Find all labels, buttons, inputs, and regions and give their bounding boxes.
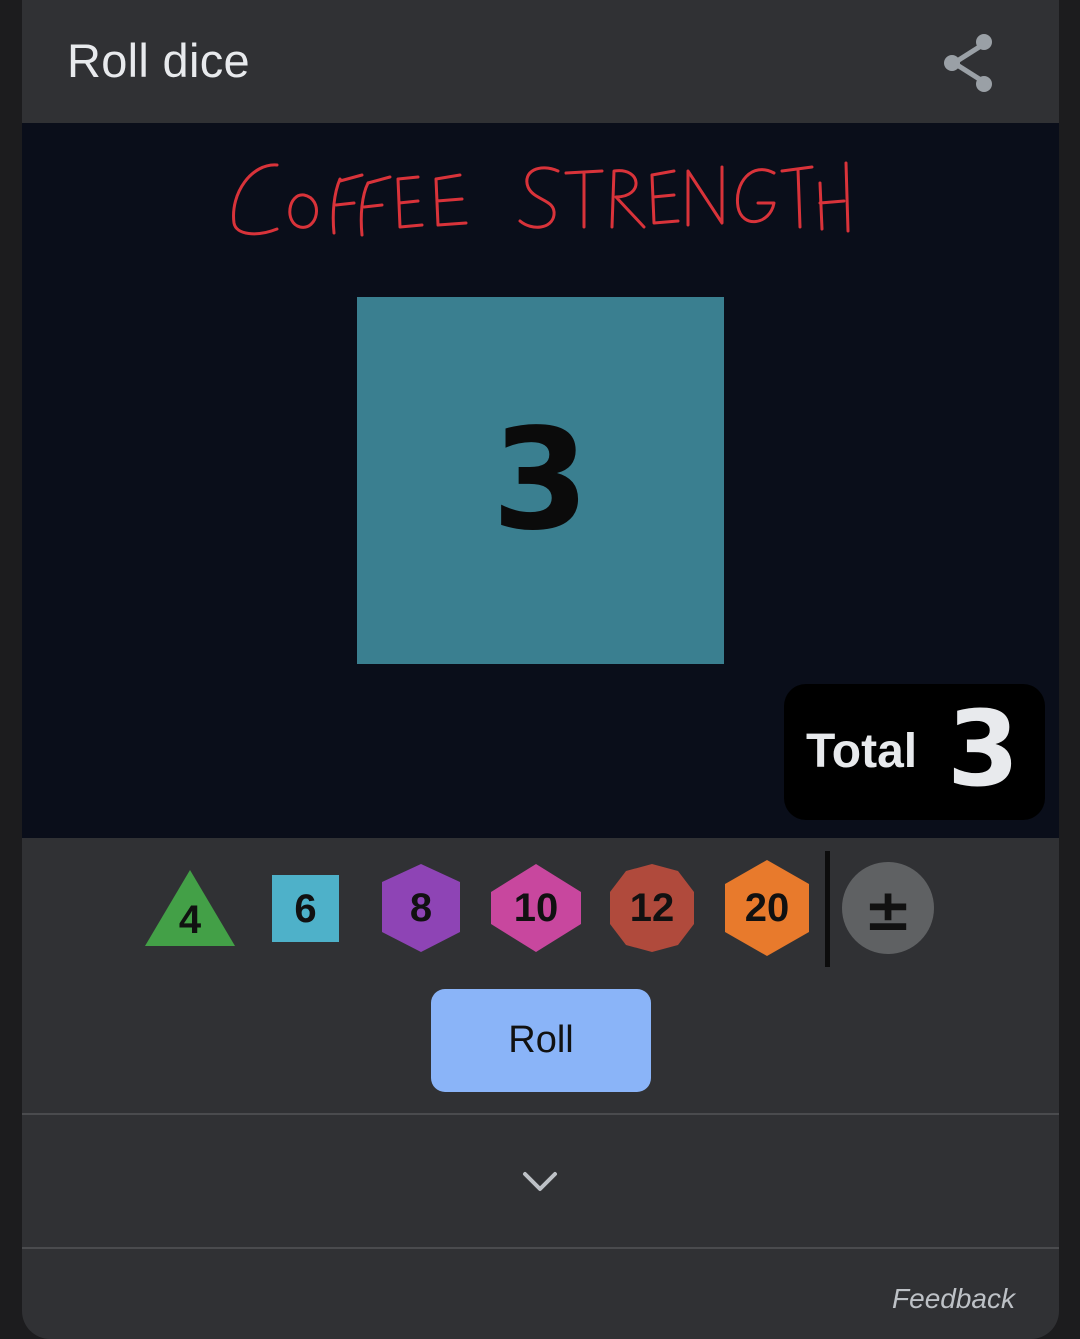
plus-minus-icon: ± bbox=[863, 876, 913, 944]
d12-button[interactable]: 12 bbox=[608, 862, 696, 954]
section-divider bbox=[22, 1247, 1059, 1249]
total-label: Total bbox=[806, 725, 918, 778]
modifier-button[interactable]: ± bbox=[842, 862, 934, 954]
d8-label: 8 bbox=[409, 886, 433, 930]
total-value: 3 bbox=[947, 688, 1020, 810]
card-header: Roll dice bbox=[22, 0, 1059, 123]
dice-roller-card: Roll dice 3 Total 3 4 6 8 10 12 20 ± Rol… bbox=[22, 0, 1059, 1339]
dice-selector: 4 6 8 10 12 20 ± Roll bbox=[22, 838, 1059, 1113]
d6-button[interactable]: 6 bbox=[272, 875, 339, 942]
chevron-down-icon[interactable] bbox=[517, 1158, 563, 1204]
d6-label: 6 bbox=[294, 887, 317, 931]
die-value: 3 bbox=[491, 398, 590, 562]
selector-divider bbox=[825, 851, 830, 967]
d20-button[interactable]: 20 bbox=[723, 858, 811, 958]
roll-button[interactable]: Roll bbox=[431, 989, 651, 1092]
d10-label: 10 bbox=[513, 886, 559, 930]
d8-button[interactable]: 8 bbox=[380, 862, 462, 954]
d12-label: 12 bbox=[629, 886, 675, 930]
dice-stage: 3 Total 3 bbox=[22, 123, 1059, 838]
d4-button[interactable]: 4 bbox=[143, 868, 237, 948]
handwritten-note bbox=[222, 153, 862, 248]
d20-label: 20 bbox=[744, 886, 790, 930]
rolled-die[interactable]: 3 bbox=[357, 297, 724, 664]
total-panel: Total 3 bbox=[784, 684, 1045, 820]
d4-label: 4 bbox=[178, 898, 202, 942]
d10-button[interactable]: 10 bbox=[489, 862, 583, 954]
share-icon[interactable] bbox=[940, 32, 998, 94]
section-divider bbox=[22, 1113, 1059, 1115]
page-title: Roll dice bbox=[67, 34, 250, 87]
feedback-link[interactable]: Feedback bbox=[892, 1283, 1015, 1315]
